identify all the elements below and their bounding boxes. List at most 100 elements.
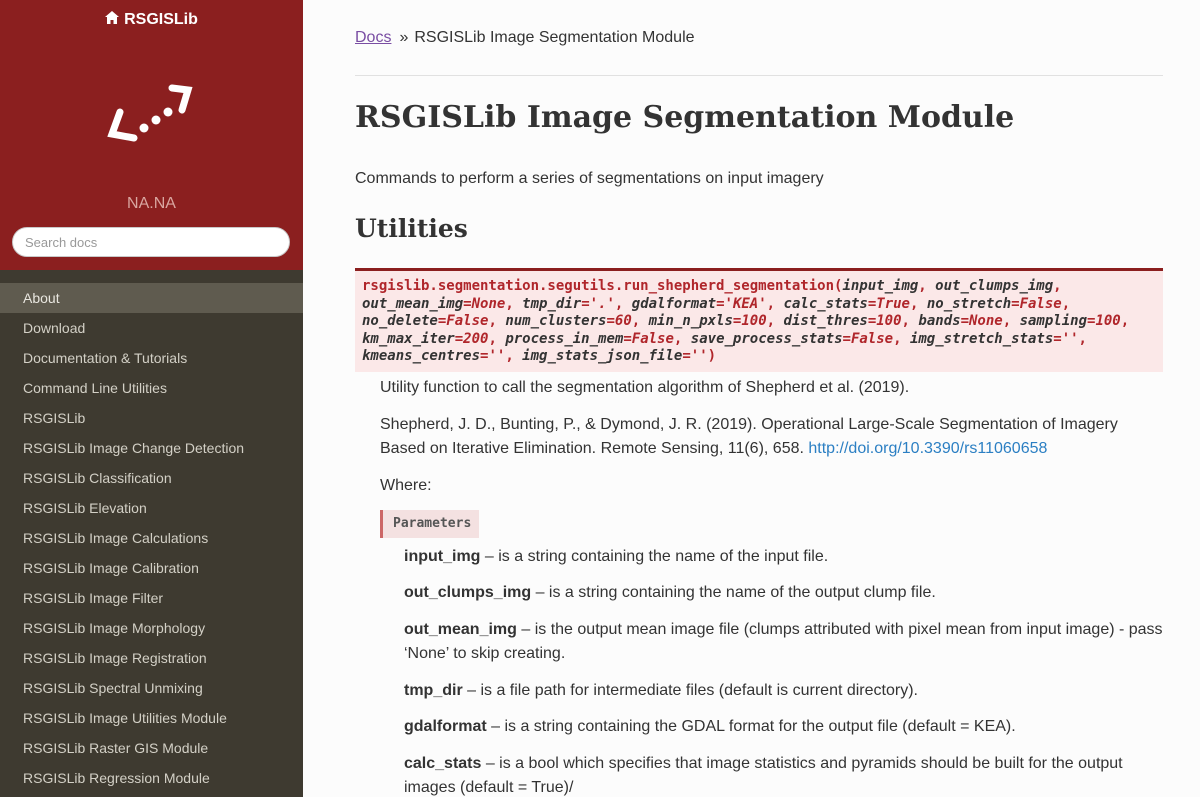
citation-text: Shepherd, J. D., Bunting, P., & Dymond, … bbox=[380, 413, 1165, 461]
param-item: input_img – is a string containing the n… bbox=[404, 545, 1164, 569]
sidebar-item-about[interactable]: About bbox=[0, 283, 303, 313]
signature-separator: , bbox=[631, 313, 649, 329]
version-label: NA.NA bbox=[127, 195, 176, 212]
signature-param: tmp_dir bbox=[522, 295, 582, 312]
signature-separator: , bbox=[488, 330, 506, 347]
signature-default: False bbox=[850, 330, 894, 347]
sidebar-item-spectral-unmixing[interactable]: RSGISLib Spectral Unmixing bbox=[0, 673, 303, 703]
signature-separator: , bbox=[505, 295, 523, 312]
signature-separator: , bbox=[673, 330, 691, 347]
where-label: Where: bbox=[380, 477, 432, 494]
sidebar-item-image-utilities[interactable]: RSGISLib Image Utilities Module bbox=[0, 703, 303, 733]
signature-param: input_img bbox=[842, 278, 919, 294]
param-name: out_clumps_img bbox=[404, 584, 532, 601]
signature-param: km_max_iter bbox=[362, 330, 455, 347]
signature-param: out_clumps_img bbox=[935, 278, 1054, 294]
signature-equals: = bbox=[454, 330, 464, 347]
signature-separator: , bbox=[1061, 295, 1071, 312]
signature-param: dist_thres bbox=[783, 313, 868, 329]
breadcrumb-separator: » bbox=[399, 29, 409, 46]
param-desc: – is the output mean image file (clumps … bbox=[404, 621, 1163, 662]
signature-separator: , bbox=[766, 313, 784, 329]
brand-link[interactable]: RSGISLib bbox=[0, 11, 303, 29]
signature-param: save_process_stats bbox=[690, 330, 843, 347]
sidebar-item-documentation[interactable]: Documentation & Tutorials bbox=[0, 343, 303, 373]
signature-separator: , bbox=[1002, 313, 1020, 329]
param-desc: – is a string containing the name of the… bbox=[480, 548, 829, 565]
signature-param: img_stats_json_file bbox=[522, 348, 683, 364]
sidebar-item-image-registration[interactable]: RSGISLib Image Registration bbox=[0, 643, 303, 673]
sidebar-item-command-line[interactable]: Command Line Utilities bbox=[0, 373, 303, 403]
signature-separator: , bbox=[505, 348, 523, 364]
sidebar-item-classification[interactable]: RSGISLib Classification bbox=[0, 463, 303, 493]
signature-equals: = bbox=[867, 295, 877, 312]
signature-param: num_clusters bbox=[505, 313, 607, 329]
signature-separator: , bbox=[766, 295, 784, 312]
signature-param: calc_stats bbox=[783, 295, 868, 312]
signature-separator: , bbox=[918, 278, 936, 294]
signature-function-name: rsgislib.segmentation.segutils.run_sheph… bbox=[362, 278, 843, 294]
param-name: input_img bbox=[404, 548, 481, 565]
sidebar-nav: About Download Documentation & Tutorials… bbox=[0, 283, 303, 793]
sidebar-item-download[interactable]: Download bbox=[0, 313, 303, 343]
sidebar-item-raster-gis[interactable]: RSGISLib Raster GIS Module bbox=[0, 733, 303, 763]
signature-default: None bbox=[471, 295, 506, 312]
param-name: gdalformat bbox=[404, 718, 487, 735]
signature-default: False bbox=[446, 313, 489, 329]
signature-separator: , bbox=[901, 313, 919, 329]
signature-default: 100 bbox=[876, 313, 902, 329]
signature-default: '.' bbox=[589, 295, 615, 312]
sidebar-item-elevation[interactable]: RSGISLib Elevation bbox=[0, 493, 303, 523]
signature-param: min_n_pxls bbox=[648, 313, 733, 329]
param-name: calc_stats bbox=[404, 755, 482, 772]
sidebar-item-image-filter[interactable]: RSGISLib Image Filter bbox=[0, 583, 303, 613]
signature-default: True bbox=[876, 295, 910, 312]
function-signature: rsgislib.segmentation.segutils.run_sheph… bbox=[355, 268, 1163, 372]
citation-doi-link[interactable]: http://doi.org/10.3390/rs11060658 bbox=[808, 440, 1047, 457]
search-input[interactable] bbox=[12, 227, 290, 257]
signature-default: None bbox=[969, 313, 1003, 329]
sidebar-header: RSGISLib NA.NA bbox=[0, 0, 303, 270]
sidebar-item-image-morphology[interactable]: RSGISLib Image Morphology bbox=[0, 613, 303, 643]
signature-separator: , bbox=[488, 313, 506, 329]
page-intro: Commands to perform a series of segmenta… bbox=[355, 170, 824, 187]
param-item: out_clumps_img – is a string containing … bbox=[404, 581, 1164, 605]
function-description: Utility function to call the segmentatio… bbox=[380, 379, 910, 396]
signature-separator: ) bbox=[707, 348, 717, 364]
signature-equals: = bbox=[682, 348, 691, 364]
home-icon bbox=[105, 11, 120, 29]
signature-param: process_in_mem bbox=[505, 330, 624, 347]
sidebar-item-image-calculations[interactable]: RSGISLib Image Calculations bbox=[0, 523, 303, 553]
signature-param: sampling bbox=[1019, 313, 1088, 329]
brand-label: RSGISLib bbox=[124, 11, 198, 28]
param-item: tmp_dir – is a file path for intermediat… bbox=[404, 679, 1164, 703]
breadcrumb-docs-link[interactable]: Docs bbox=[355, 29, 391, 46]
sidebar-item-rsgislib[interactable]: RSGISLib bbox=[0, 403, 303, 433]
signature-separator: , bbox=[1120, 313, 1130, 329]
signature-equals: = bbox=[623, 330, 632, 347]
signature-equals: = bbox=[867, 313, 877, 329]
signature-default: False bbox=[631, 330, 674, 347]
param-desc: – is a file path for intermediate files … bbox=[462, 682, 918, 699]
param-name: tmp_dir bbox=[404, 682, 463, 699]
signature-param: bands bbox=[918, 313, 961, 329]
param-item: out_mean_img – is the output mean image … bbox=[404, 618, 1164, 666]
sidebar-item-change-detection[interactable]: RSGISLib Image Change Detection bbox=[0, 433, 303, 463]
param-desc: – is a string containing the name of the… bbox=[531, 584, 936, 601]
signature-equals: = bbox=[463, 295, 472, 312]
signature-default: 60 bbox=[614, 313, 632, 329]
param-name: out_mean_img bbox=[404, 621, 517, 638]
signature-param: out_mean_img bbox=[362, 295, 464, 312]
signature-equals: = bbox=[581, 295, 590, 312]
sidebar: RSGISLib NA.NA About Download Documentat… bbox=[0, 0, 303, 797]
signature-default: 100 bbox=[1095, 313, 1121, 329]
sidebar-item-image-calibration[interactable]: RSGISLib Image Calibration bbox=[0, 553, 303, 583]
signature-param: gdalformat bbox=[631, 295, 717, 312]
signature-default: '' bbox=[1061, 330, 1079, 347]
signature-separator: , bbox=[1078, 330, 1087, 347]
sidebar-item-regression[interactable]: RSGISLib Regression Module bbox=[0, 763, 303, 793]
signature-equals: = bbox=[716, 295, 725, 312]
parameters-heading: Parameters bbox=[380, 510, 480, 538]
signature-param: no_stretch bbox=[926, 295, 1012, 312]
divider bbox=[355, 75, 1163, 76]
